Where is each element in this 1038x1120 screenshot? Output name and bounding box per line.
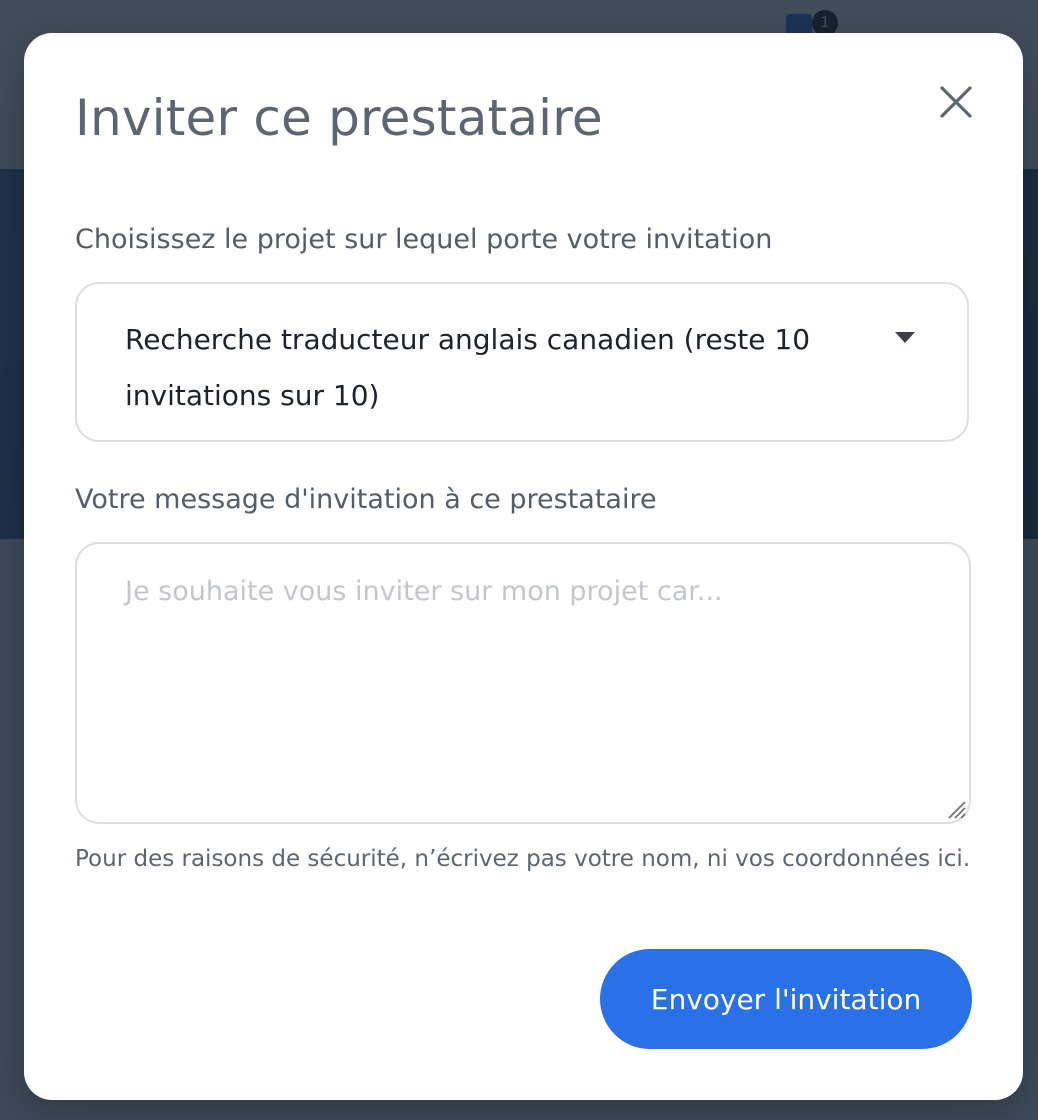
project-select-label: Choisissez le projet sur lequel porte vo… [75,224,773,255]
security-note: Pour des raisons de sécurité, n’écrivez … [75,846,971,872]
resize-handle-icon[interactable] [945,798,967,820]
project-select-value: Recherche traducteur anglais canadien (r… [125,323,811,412]
invite-modal: Inviter ce prestataire Choisissez le pro… [24,33,1023,1100]
modal-title: Inviter ce prestataire [75,89,603,147]
message-textarea[interactable] [75,542,971,824]
project-select[interactable]: Recherche traducteur anglais canadien (r… [75,282,969,442]
send-invitation-button[interactable]: Envoyer l'invitation [600,949,972,1049]
caret-down-icon [895,332,915,343]
close-icon [940,86,972,118]
close-button[interactable] [933,79,979,125]
message-label: Votre message d'invitation à ce prestata… [75,484,657,515]
